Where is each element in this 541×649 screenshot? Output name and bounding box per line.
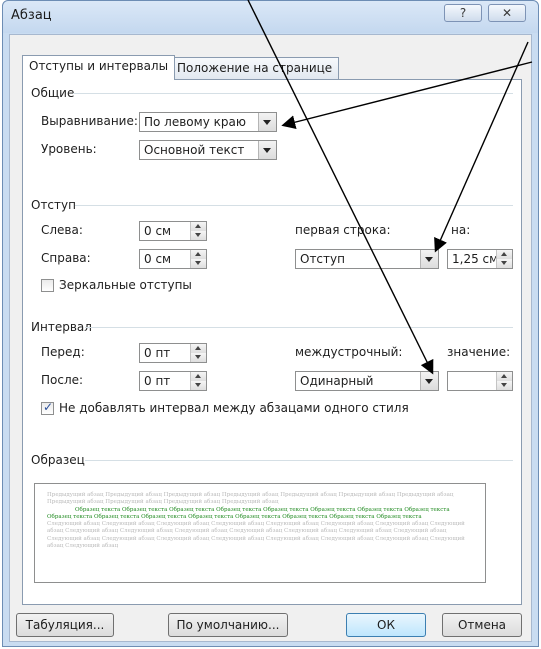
tab-label: Отступы и интервалы: [29, 59, 169, 73]
tab-indents-spacing[interactable]: Отступы и интервалы: [22, 55, 176, 80]
annotation-arrows: [247, 0, 533, 375]
arrow-to-line-spacing: [247, 0, 434, 375]
arrow-to-first-line: [434, 41, 529, 253]
